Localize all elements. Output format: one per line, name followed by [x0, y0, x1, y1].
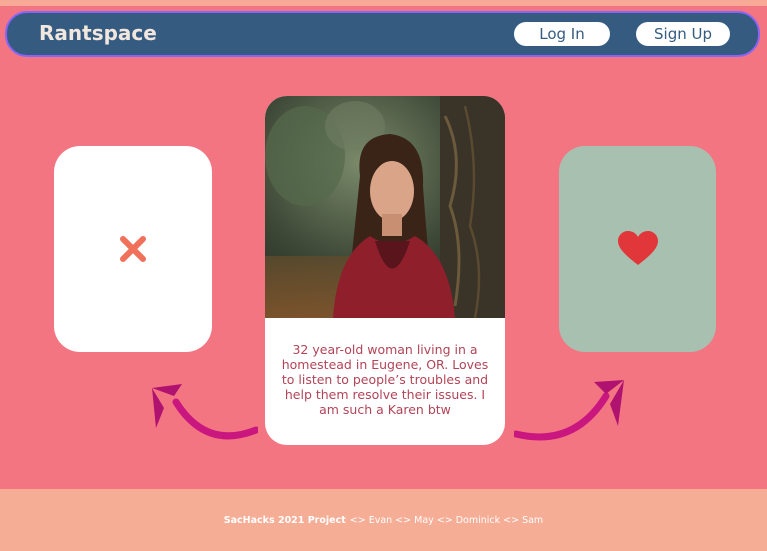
login-button[interactable]: Log In [514, 22, 610, 46]
close-x-icon [120, 236, 146, 262]
profile-card[interactable]: 32 year-old woman living in a homestead … [265, 96, 505, 445]
brand-logo-text[interactable]: Rantspace [39, 21, 157, 45]
footer-credits: <> Evan <> May <> Dominick <> Sam [349, 514, 544, 526]
curved-arrow-left-icon [152, 384, 258, 440]
top-strip [0, 0, 767, 6]
footer-project: SacHacks 2021 Project [223, 514, 346, 526]
profile-bio: 32 year-old woman living in a homestead … [281, 342, 489, 417]
heart-icon [617, 231, 658, 265]
curved-arrow-right-icon [514, 380, 624, 441]
navbar: Rantspace Log In Sign Up [5, 11, 760, 57]
reject-card-button[interactable] [54, 146, 212, 352]
footer: SacHacks 2021 Project <> Evan <> May <> … [0, 489, 767, 551]
like-card-button[interactable] [559, 146, 716, 352]
signup-button[interactable]: Sign Up [636, 22, 730, 46]
profile-photo [265, 96, 505, 318]
